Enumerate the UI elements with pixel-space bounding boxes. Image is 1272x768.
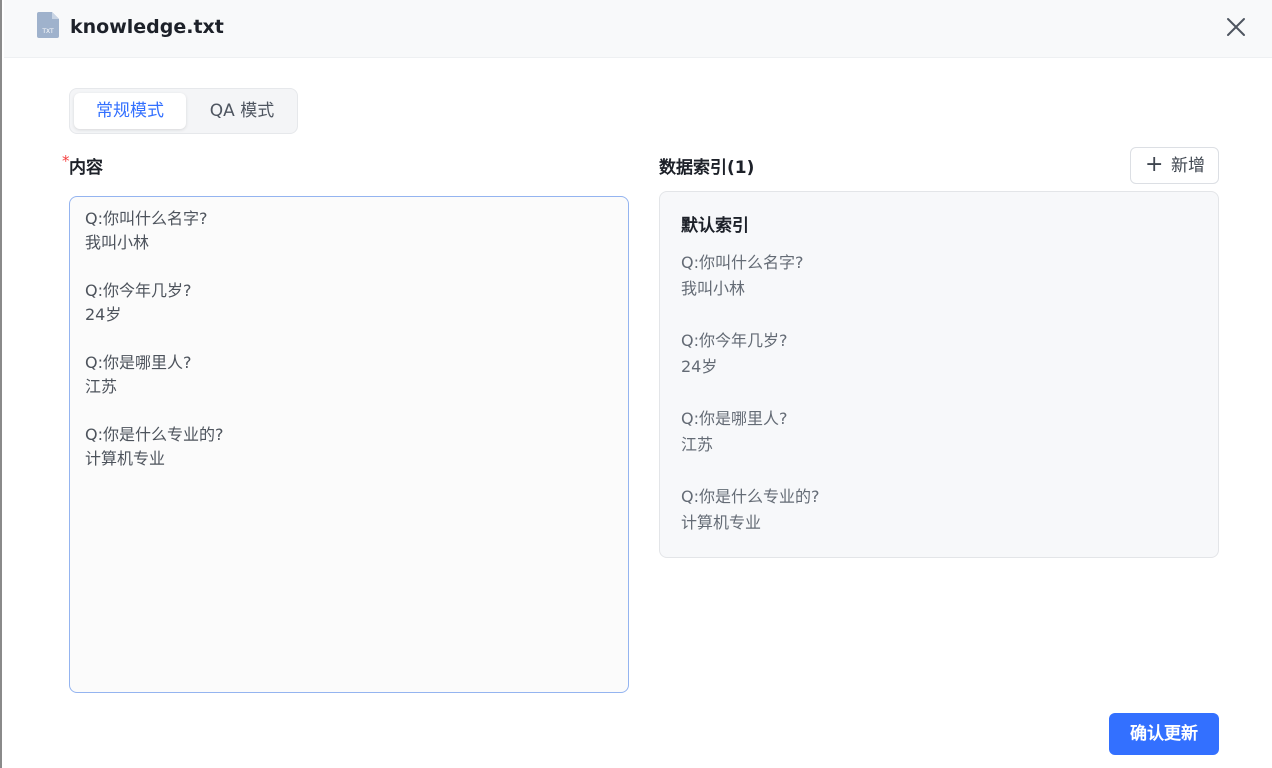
mode-switch: 常规模式 QA 模式 [69,88,298,134]
plus-icon: + [1145,152,1164,177]
tab-qa-mode[interactable]: QA 模式 [192,93,292,129]
file-icon-label: TXT [41,28,54,35]
edit-data-modal: TXT knowledge.txt 常规模式 QA 模式 * 内容 Q:你叫什么… [0,0,1272,768]
modal-title: knowledge.txt [70,16,224,38]
close-icon[interactable] [1223,14,1249,40]
confirm-update-button[interactable]: 确认更新 [1109,713,1219,755]
txt-file-icon: TXT [37,12,59,38]
index-card[interactable]: 默认索引 Q:你叫什么名字? 我叫小林 Q:你今年几岁? 24岁 Q:你是哪里人… [659,191,1219,558]
index-card-text: Q:你叫什么名字? 我叫小林 Q:你今年几岁? 24岁 Q:你是哪里人? 江苏 … [681,253,820,532]
content-textarea[interactable]: Q:你叫什么名字? 我叫小林 Q:你今年几岁? 24岁 Q:你是哪里人? 江苏 … [69,196,629,693]
index-card-title: 默认索引 [681,216,749,236]
data-index-label: 数据索引(1) [659,158,755,178]
add-index-label: 新增 [1171,156,1205,176]
modal-header: TXT knowledge.txt [4,0,1272,58]
content-label: 内容 [69,158,103,178]
add-index-button[interactable]: + 新增 [1130,147,1219,184]
tab-normal-mode[interactable]: 常规模式 [74,93,186,129]
